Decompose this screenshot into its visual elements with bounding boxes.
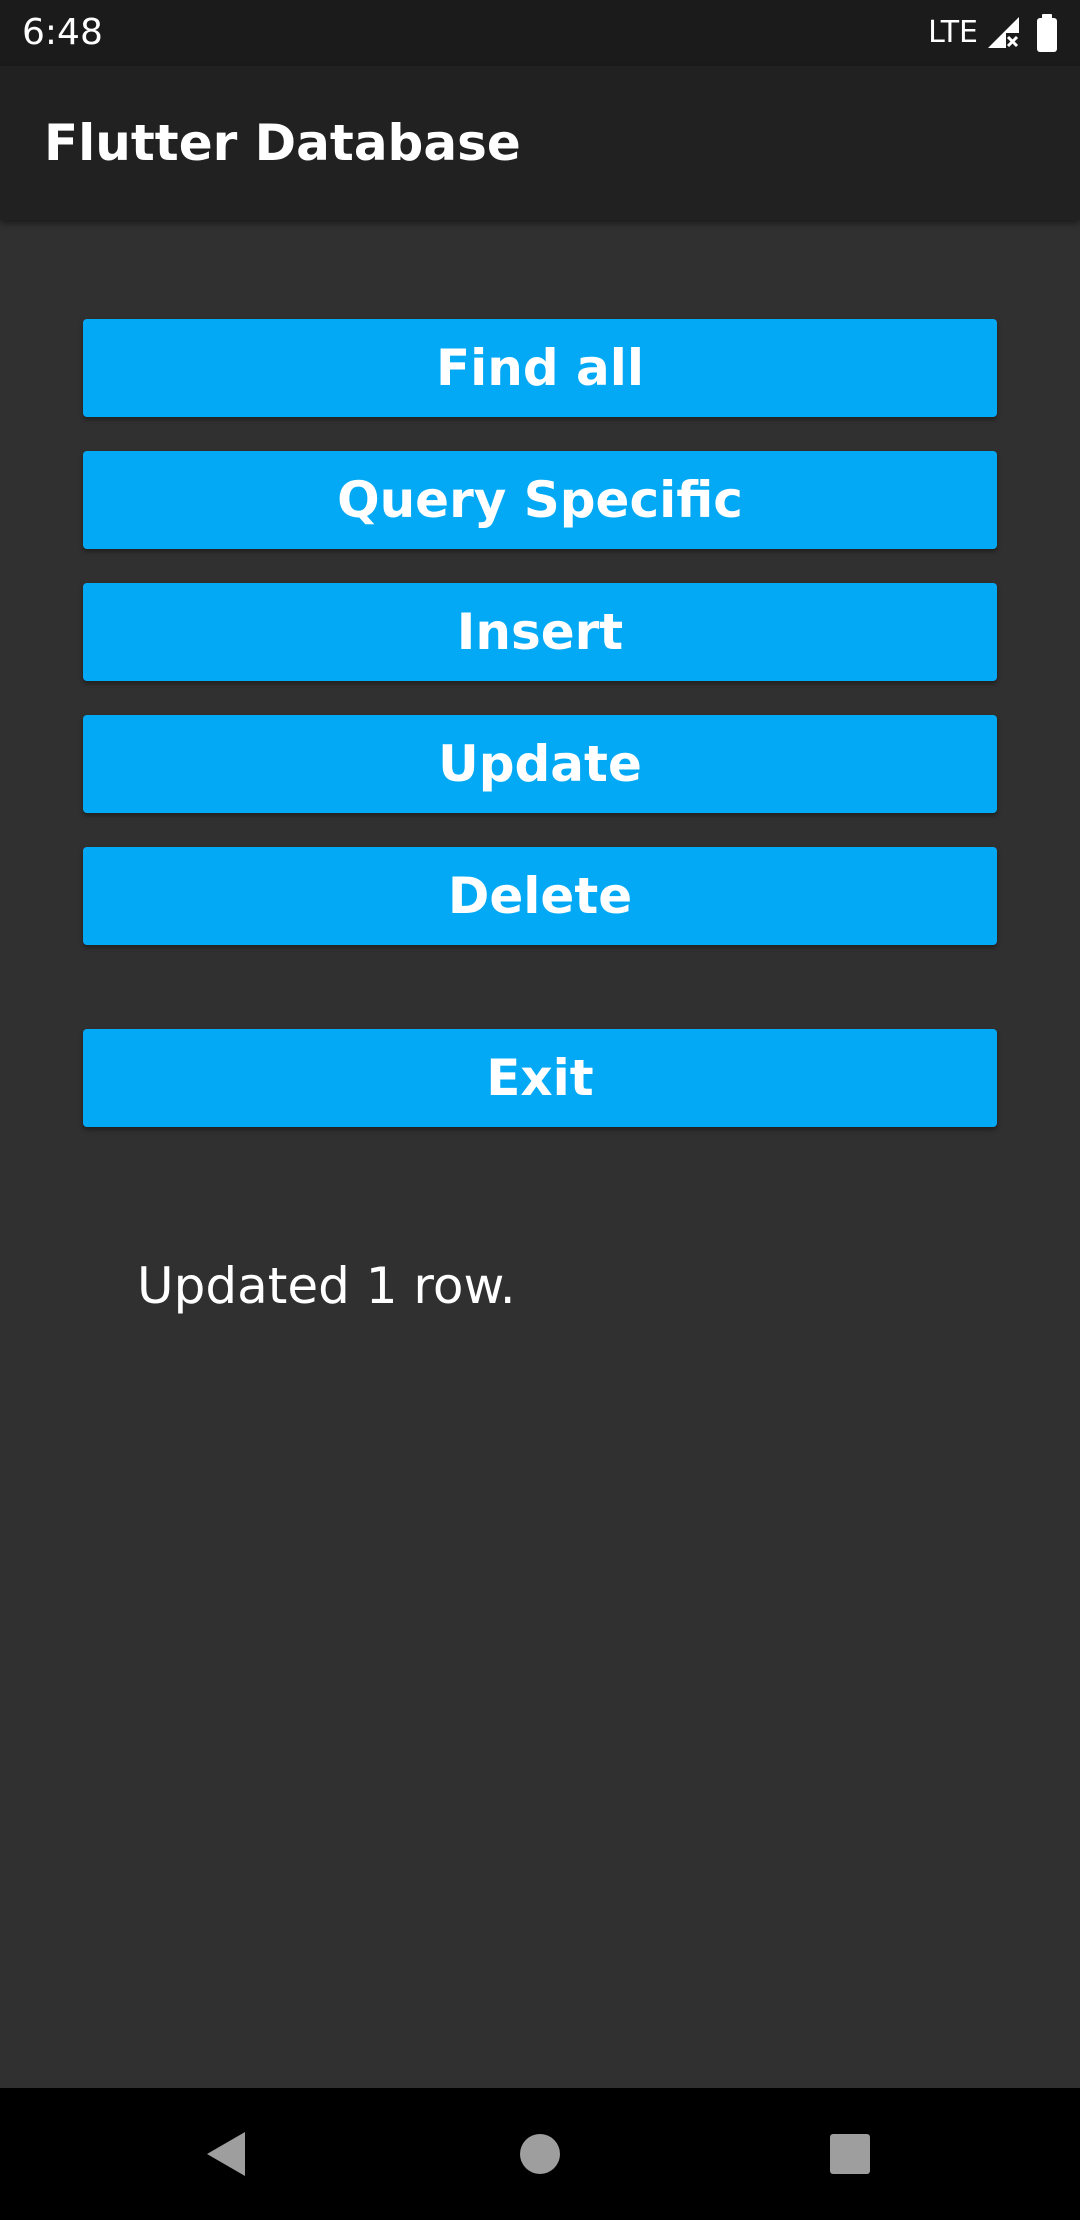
recents-icon bbox=[830, 2134, 870, 2174]
delete-button[interactable]: Delete bbox=[83, 847, 997, 945]
app-bar: Flutter Database bbox=[0, 66, 1080, 220]
navigation-bar bbox=[0, 2088, 1080, 2220]
insert-button[interactable]: Insert bbox=[83, 583, 997, 681]
home-icon bbox=[520, 2134, 560, 2174]
battery-full-icon bbox=[1037, 14, 1057, 52]
status-time: 6:48 bbox=[22, 12, 103, 53]
recents-button[interactable] bbox=[780, 2088, 920, 2220]
find-all-button[interactable]: Find all bbox=[83, 319, 997, 417]
update-button[interactable]: Update bbox=[83, 715, 997, 813]
back-icon bbox=[207, 2132, 245, 2176]
status-icons: LTE bbox=[928, 12, 1060, 54]
signal-no-service-icon bbox=[988, 17, 1019, 48]
network-type-label: LTE bbox=[928, 15, 978, 50]
result-message: Updated 1 row. bbox=[137, 1257, 516, 1315]
back-button[interactable] bbox=[157, 2088, 297, 2220]
status-bar: 6:48 LTE bbox=[0, 0, 1080, 66]
exit-button[interactable]: Exit bbox=[83, 1029, 997, 1127]
home-button[interactable] bbox=[470, 2088, 610, 2220]
query-specific-button[interactable]: Query Specific bbox=[83, 451, 997, 549]
page-title: Flutter Database bbox=[44, 114, 521, 172]
